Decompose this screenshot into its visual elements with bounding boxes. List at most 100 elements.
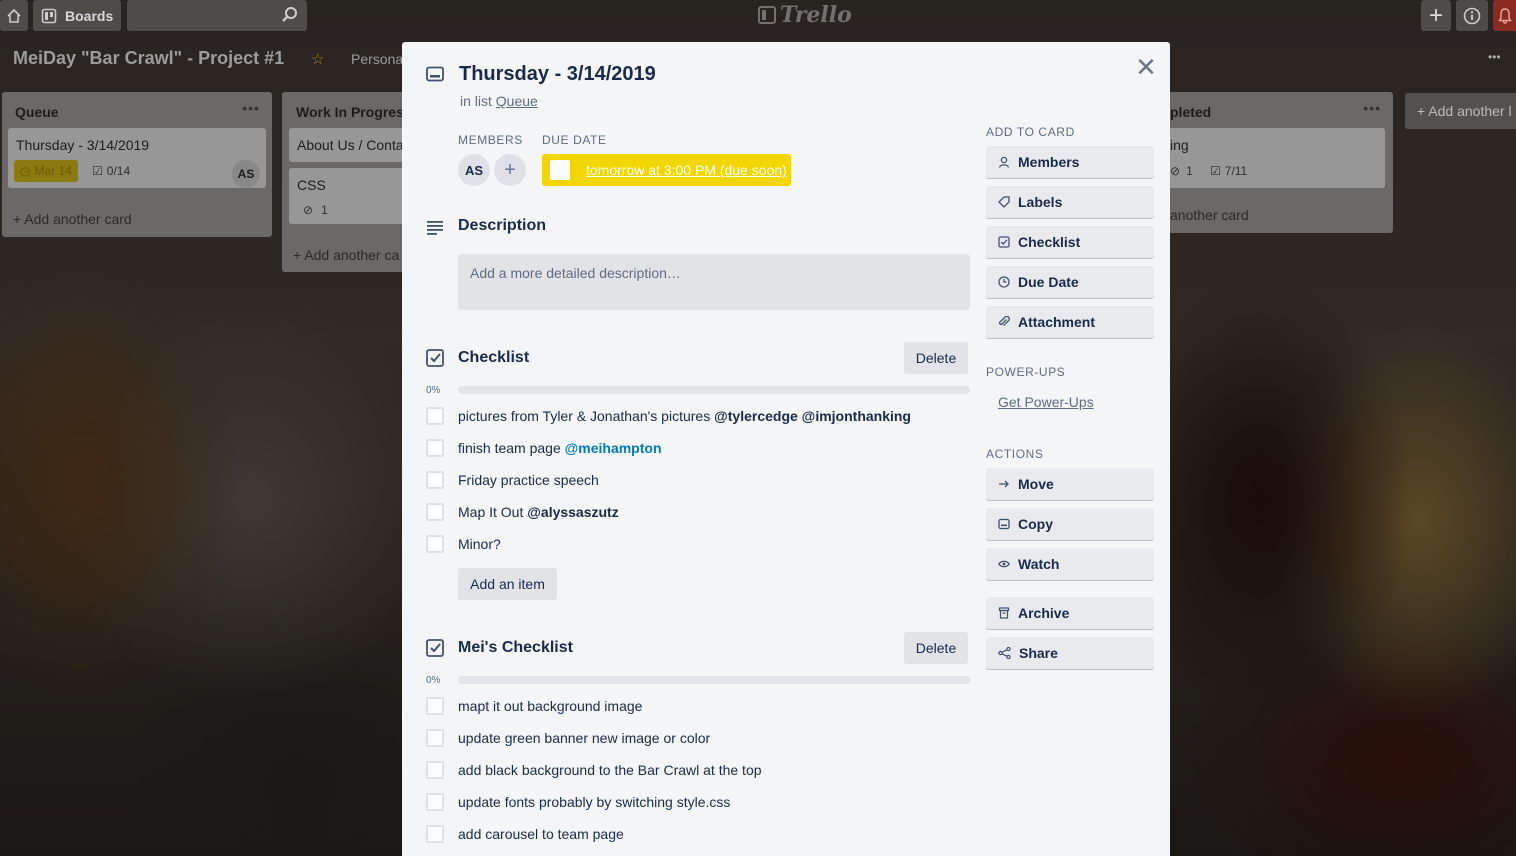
due-complete-checkbox[interactable] (550, 160, 570, 180)
checklist-item-checkbox[interactable] (426, 697, 444, 715)
card-title: CSS (297, 177, 326, 193)
sidebar-members-button[interactable]: Members (986, 146, 1154, 178)
checklist-item[interactable]: pictures from Tyler & Jonathan's picture… (426, 406, 911, 426)
card-icon (998, 518, 1010, 530)
add-member-button[interactable]: + (494, 154, 526, 186)
checklist-item-text[interactable]: Friday practice speech (458, 472, 599, 488)
checklist-item-checkbox[interactable] (426, 793, 444, 811)
sidebar-due-date-button[interactable]: Due Date (986, 266, 1154, 298)
mention[interactable]: @tylercedge (714, 408, 798, 424)
board-title[interactable]: MeiDay "Bar Crawl" - Project #1 (13, 48, 284, 69)
due-badge-text: Mar 14 (34, 164, 72, 178)
delete-checklist-button[interactable]: Delete (904, 342, 968, 374)
notifications-button[interactable] (1493, 0, 1516, 31)
checklist-item-checkbox[interactable] (426, 761, 444, 779)
sidebar-archive-button[interactable]: Archive (986, 597, 1154, 629)
show-menu-icon[interactable]: ••• (1488, 50, 1501, 64)
mention[interactable]: @meihampton (565, 440, 662, 456)
checklist-item[interactable]: Map It Out @alyssaszutz (426, 502, 619, 522)
due-date-badge: ◷ Mar 14 (14, 160, 78, 182)
checklist-item-checkbox[interactable] (426, 407, 444, 425)
list-link[interactable]: Queue (496, 93, 538, 109)
checklist-item-text[interactable]: add black background to the Bar Crawl at… (458, 762, 762, 778)
mention[interactable]: @imjonthanking (802, 408, 911, 424)
star-icon[interactable]: ☆ (311, 50, 324, 68)
checklist-item-text[interactable]: update fonts probably by switching style… (458, 794, 730, 810)
checklist-item-text[interactable]: finish team page @meihampton (458, 440, 662, 456)
sidebar-button-label: Attachment (1018, 314, 1096, 330)
list-card[interactable]: CSS ⊘ 1 (289, 168, 402, 224)
list-card[interactable]: About Us / Conta (289, 128, 404, 162)
checklist-item-checkbox[interactable] (426, 825, 444, 843)
trello-logo[interactable]: Trello (758, 2, 852, 28)
checklist-item-checkbox[interactable] (426, 471, 444, 489)
checklist-item[interactable]: Friday practice speech (426, 470, 599, 490)
checklist-title[interactable]: Checklist (458, 349, 529, 367)
card-detail-title[interactable]: Thursday - 3/14/2019 (459, 63, 656, 86)
checklist-progress-bar (458, 676, 970, 684)
checklist-item[interactable]: Minor? (426, 534, 501, 554)
description-input[interactable]: Add a more detailed description… (458, 254, 970, 310)
create-button[interactable]: + (1421, 0, 1451, 31)
info-button[interactable] (1456, 0, 1488, 31)
add-card-button[interactable]: + Add another card (13, 211, 132, 227)
sidebar-labels-button[interactable]: Labels (986, 186, 1154, 218)
avatar[interactable]: AS (232, 160, 260, 188)
checklist-item-checkbox[interactable] (426, 535, 444, 553)
checklist-item-checkbox[interactable] (426, 729, 444, 747)
get-power-ups-link[interactable]: Get Power-Ups (998, 394, 1094, 410)
checklist-item-text[interactable]: update green banner new image or color (458, 730, 710, 746)
sidebar-watch-button[interactable]: Watch (986, 548, 1154, 580)
list-title[interactable]: Queue (15, 104, 59, 120)
arrow-right-icon (999, 480, 1009, 488)
checklist-item-text[interactable]: Map It Out @alyssaszutz (458, 504, 619, 520)
plus-icon: + (504, 158, 516, 181)
member-avatar[interactable]: AS (458, 154, 490, 186)
due-date-button[interactable]: tomorrow at 3:00 PM (due soon) (542, 154, 791, 186)
attachment-count: 1 (1186, 164, 1193, 178)
sidebar-attachment-button[interactable]: Attachment (986, 306, 1154, 338)
add-checklist-item-button[interactable]: Add an item (458, 568, 557, 600)
sidebar-button-label: Due Date (1018, 274, 1079, 290)
sidebar-copy-button[interactable]: Copy (986, 508, 1154, 540)
trello-logo-icon (758, 6, 776, 24)
add-card-button[interactable]: + Add another ca (293, 247, 399, 263)
add-card-button[interactable]: another card (1170, 207, 1249, 223)
sidebar-move-button[interactable]: Move (986, 468, 1154, 500)
boards-button[interactable]: Boards (33, 0, 121, 31)
checklist-item-text[interactable]: add carousel to team page (458, 826, 624, 842)
checklist-item-text[interactable]: mapt it out background image (458, 698, 642, 714)
sidebar-checklist-button[interactable]: Checklist (986, 226, 1154, 258)
add-to-card-label: Add to card (986, 125, 1075, 139)
checklist-item[interactable]: mapt it out background image (426, 696, 642, 716)
sidebar-button-label: Watch (1018, 556, 1060, 572)
checklist-item-checkbox[interactable] (426, 439, 444, 457)
checklist-item-text[interactable]: pictures from Tyler & Jonathan's picture… (458, 408, 911, 424)
list-card[interactable]: ing ⊘ 1 ☑ 7/11 (1170, 128, 1385, 188)
list-card[interactable]: Thursday - 3/14/2019 ◷ Mar 14 ☑ 0/14 AS (8, 128, 266, 188)
list-queue: Queue ••• Thursday - 3/14/2019 ◷ Mar 14 … (2, 92, 272, 237)
card-title: Thursday - 3/14/2019 (16, 137, 150, 153)
checklist-item-checkbox[interactable] (426, 503, 444, 521)
board-visibility[interactable]: Persona (351, 51, 403, 67)
mention[interactable]: @alyssaszutz (527, 504, 618, 520)
checklist-item-text[interactable]: Minor? (458, 536, 501, 552)
close-icon[interactable]: ✕ (1134, 54, 1158, 80)
checklist-item[interactable]: finish team page @meihampton (426, 438, 662, 458)
boards-label: Boards (65, 7, 114, 24)
add-list-button[interactable]: + Add another l (1405, 93, 1516, 129)
checklist-title[interactable]: Mei's Checklist (458, 639, 573, 657)
delete-checklist-button[interactable]: Delete (904, 632, 968, 664)
sidebar-share-button[interactable]: Share (986, 637, 1154, 669)
list-title[interactable]: pleted (1170, 104, 1211, 120)
checklist-item[interactable]: update green banner new image or color (426, 728, 710, 748)
checklist-item[interactable]: add carousel to team page (426, 824, 624, 844)
search-input[interactable] (127, 0, 307, 31)
list-menu-icon[interactable]: ••• (1363, 100, 1381, 116)
home-button[interactable] (0, 0, 28, 31)
list-menu-icon[interactable]: ••• (242, 100, 260, 116)
checklist-item[interactable]: update fonts probably by switching style… (426, 792, 730, 812)
checklist-item[interactable]: add black background to the Bar Crawl at… (426, 760, 762, 780)
list-title[interactable]: Work In Progres (296, 104, 404, 120)
sidebar-button-label: Members (1018, 154, 1080, 170)
